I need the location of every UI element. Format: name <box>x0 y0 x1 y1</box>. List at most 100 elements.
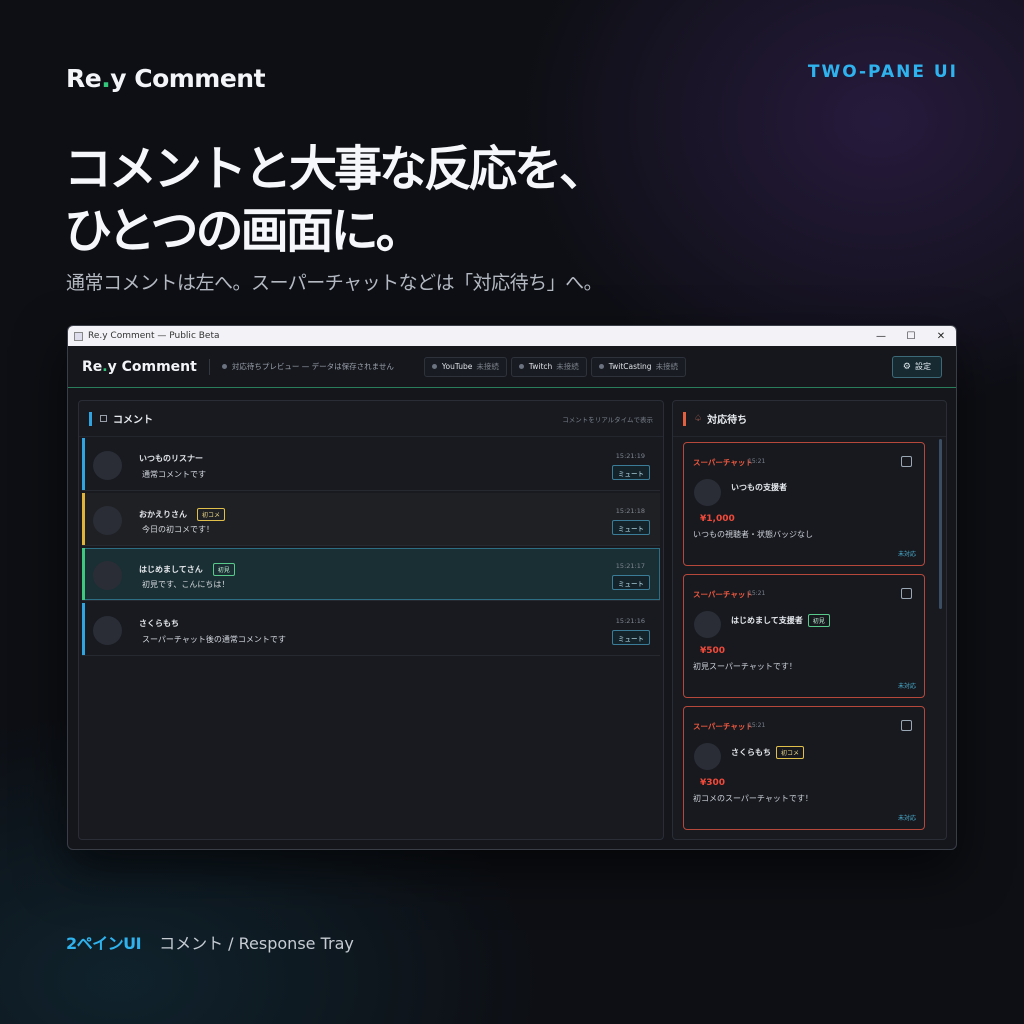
superchat-author: はじめまして支援者 初見 <box>731 614 830 627</box>
comment-row-edge <box>82 438 85 490</box>
status-badge: 未対応 <box>897 815 916 822</box>
app-window: Re.y Comment — Public Beta — ☐ ✕ Re.y Co… <box>67 325 957 850</box>
mute-button[interactable]: ミュート <box>612 465 650 480</box>
status-badge: 未対応 <box>897 683 916 690</box>
status-dot-icon <box>598 364 604 369</box>
superchat-author: さくらもち 初コメ <box>731 746 805 759</box>
brand-logo-text: Re <box>66 64 102 93</box>
superchat-card[interactable]: スーパーチャット 15:21 はじめまして支援者 初見 ¥500 初見スーパーチャ… <box>683 574 925 698</box>
superchat-message: いつもの視聴者・状態バッジなし <box>693 530 813 539</box>
pane-accent-bar <box>89 411 92 426</box>
superchat-message: 初コメのスーパーチャットです！ <box>693 794 813 803</box>
status-dot-icon <box>221 364 227 369</box>
handled-checkbox[interactable] <box>901 720 912 731</box>
avatar <box>694 743 721 770</box>
handled-checkbox[interactable] <box>901 588 912 599</box>
comment-author-name: はじめましてさん <box>139 565 203 574</box>
comment-time: 15:21:18 <box>615 507 645 515</box>
brand-logo-dot: . <box>101 64 111 93</box>
headline-line-2: ひとつの画面に。 <box>64 203 424 259</box>
comment-message: 初見です、こんにちは！ <box>142 580 230 589</box>
superchat-time: 15:21 <box>748 458 766 465</box>
avatar <box>694 611 721 638</box>
minimize-button[interactable]: — <box>866 331 896 342</box>
pane-accent-bar <box>683 411 686 426</box>
connection-label: TwitCasting <box>608 362 652 371</box>
mute-button[interactable]: ミュート <box>612 630 650 645</box>
comment-message: 今日の初コメです！ <box>142 525 214 534</box>
close-button[interactable]: ✕ <box>926 331 956 342</box>
footer-caption: 2ペインUI コメント / Response Tray <box>66 930 354 954</box>
comment-row[interactable]: いつものリスナー 通常コメントです 15:21:19 ミュート <box>82 438 660 491</box>
comment-message: スーパーチャット後の通常コメントです <box>142 635 286 644</box>
app-brand-text-suffix: y Comment <box>107 358 197 375</box>
handled-checkbox[interactable] <box>901 456 912 467</box>
brand-logo-text-suffix: y Comment <box>110 64 266 93</box>
mute-button[interactable]: ミュート <box>612 575 650 590</box>
settings-label: 設定 <box>915 362 931 371</box>
connection-status: 未接続 <box>655 362 679 371</box>
preview-status-text: 対応待ちプレビュー — データは保存されません <box>231 362 394 371</box>
superchat-author-name: いつもの支援者 <box>731 483 787 492</box>
headline: コメントと大事な反応を、 ひとつの画面に。 <box>64 138 607 262</box>
comment-author: はじめましてさん 初見 <box>139 563 235 576</box>
superchat-author-name: はじめまして支援者 <box>731 616 803 625</box>
comment-author: いつものリスナー <box>139 453 203 464</box>
feature-tag: TWO-PANE UI <box>807 62 958 82</box>
settings-button[interactable]: ⚙ 設定 <box>891 355 942 378</box>
comment-row[interactable]: はじめましてさん 初見 初見です、こんにちは！ 15:21:17 ミュート <box>82 548 660 601</box>
superchat-amount: ¥1,000 <box>700 514 735 524</box>
comment-author-name: おかえりさん <box>139 510 187 519</box>
superchat-time: 15:21 <box>748 722 766 729</box>
first-visit-badge: 初見 <box>212 563 235 576</box>
superchat-author: いつもの支援者 <box>731 482 787 493</box>
comment-row-edge <box>82 603 85 655</box>
bell-icon: ♤ <box>694 413 703 424</box>
avatar <box>93 616 122 645</box>
app-brand: Re.y Comment <box>82 358 210 375</box>
comment-row-edge <box>82 493 85 545</box>
comment-time: 15:21:17 <box>615 562 645 570</box>
superchat-card[interactable]: スーパーチャット 15:21 いつもの支援者 ¥1,000 いつもの視聴者・状態… <box>683 442 925 566</box>
superchat-time: 15:21 <box>748 590 766 597</box>
app-header: Re.y Comment 対応待ちプレビュー — データは保存されません You… <box>68 346 956 388</box>
connection-label: YouTube <box>441 362 473 371</box>
comments-pane-title: コメント <box>113 415 153 426</box>
connection-label: Twitch <box>528 362 553 371</box>
footer-highlight: 2ペインUI <box>66 934 142 953</box>
avatar <box>694 479 721 506</box>
gear-icon: ⚙ <box>902 361 911 372</box>
subheadline: 通常コメントは左へ。スーパーチャットなどは「対応待ち」へ。 <box>66 272 603 294</box>
first-visit-badge: 初見 <box>807 614 830 627</box>
avatar <box>93 561 122 590</box>
app-brand-text: Re <box>82 358 103 375</box>
first-comment-badge: 初コメ <box>197 508 226 521</box>
headline-line-1: コメントと大事な反応を、 <box>64 141 607 197</box>
connection-status: 未接続 <box>556 362 579 371</box>
comment-row[interactable]: さくらもち スーパーチャット後の通常コメントです 15:21:16 ミュート <box>82 603 660 656</box>
connection-twitch[interactable]: Twitch 未接続 <box>510 356 587 377</box>
brand-logo: Re.y Comment <box>66 64 266 93</box>
mute-button[interactable]: ミュート <box>612 520 650 535</box>
footer-text: コメント / Response Tray <box>159 934 354 953</box>
comment-author-name: いつものリスナー <box>139 454 203 463</box>
superchat-amount: ¥500 <box>700 646 726 656</box>
connection-twitcasting[interactable]: TwitCasting 未接続 <box>590 356 687 377</box>
comments-pane-header: コメント コメントをリアルタイムで表示 <box>79 401 663 437</box>
status-badge: 未対応 <box>897 551 916 558</box>
superchat-type: スーパーチャット <box>693 590 753 599</box>
connection-youtube[interactable]: YouTube 未接続 <box>423 356 507 377</box>
comment-author: おかえりさん 初コメ <box>139 508 226 521</box>
maximize-button[interactable]: ☐ <box>896 331 926 342</box>
superchat-message: 初見スーパーチャットです！ <box>693 662 797 671</box>
comments-pane: コメント コメントをリアルタイムで表示 いつものリスナー 通常コメントです 15… <box>78 400 664 840</box>
response-pane-scrollbar[interactable] <box>939 439 942 609</box>
preview-status: 対応待ちプレビュー — データは保存されません <box>221 361 394 372</box>
window-title: Re.y Comment — Public Beta <box>88 331 220 341</box>
status-dot-icon <box>518 364 524 369</box>
superchat-author-name: さくらもち <box>731 748 771 757</box>
response-pane-header: ♤ 対応待ち <box>673 401 946 437</box>
comment-row[interactable]: おかえりさん 初コメ 今日の初コメです！ 15:21:18 ミュート <box>82 493 660 546</box>
comments-pane-note: コメントをリアルタイムで表示 <box>562 415 653 424</box>
superchat-card[interactable]: スーパーチャット 15:21 さくらもち 初コメ ¥300 初コメのスーパーチャッ… <box>683 706 925 830</box>
